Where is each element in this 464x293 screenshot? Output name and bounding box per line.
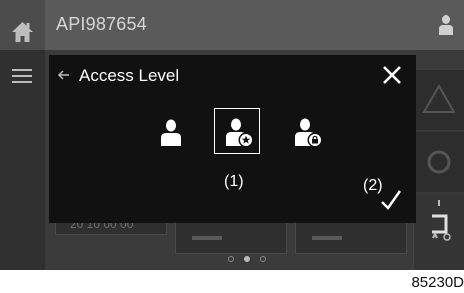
page-indicator xyxy=(228,256,266,262)
device-screen: API987654 20 10 00 00 Access Level (1) (… xyxy=(0,0,464,270)
bg-panel xyxy=(175,222,287,254)
bg-panel xyxy=(295,222,407,254)
back-arrow-icon[interactable] xyxy=(57,69,71,81)
gear-icon xyxy=(427,150,451,174)
access-level-dialog: Access Level (1) (2) xyxy=(49,55,416,223)
warning-icon xyxy=(422,83,456,113)
page-dot[interactable] xyxy=(228,256,234,262)
bg-sync-tile[interactable] xyxy=(413,194,464,270)
page-dot-active[interactable] xyxy=(244,256,250,262)
bg-gear-tile xyxy=(413,132,464,192)
admin-level-icon[interactable] xyxy=(226,118,254,148)
bg-warning-tile xyxy=(413,70,464,130)
sync-icon xyxy=(432,200,451,241)
menu-icon[interactable] xyxy=(12,68,32,84)
locked-level-icon[interactable] xyxy=(295,118,323,148)
callout-1: (1) xyxy=(224,173,244,190)
confirm-check-icon[interactable] xyxy=(380,188,402,212)
user-icon[interactable] xyxy=(438,14,454,36)
figure-id: 85230D xyxy=(411,274,464,291)
close-icon[interactable] xyxy=(382,65,402,85)
home-button[interactable] xyxy=(0,0,45,50)
dialog-title: Access Level xyxy=(79,66,180,85)
top-bar: API987654 xyxy=(0,0,464,50)
home-icon xyxy=(12,22,33,42)
user-level-icon[interactable] xyxy=(160,119,182,147)
page-dot[interactable] xyxy=(260,256,266,262)
device-id-title: API987654 xyxy=(56,14,147,34)
